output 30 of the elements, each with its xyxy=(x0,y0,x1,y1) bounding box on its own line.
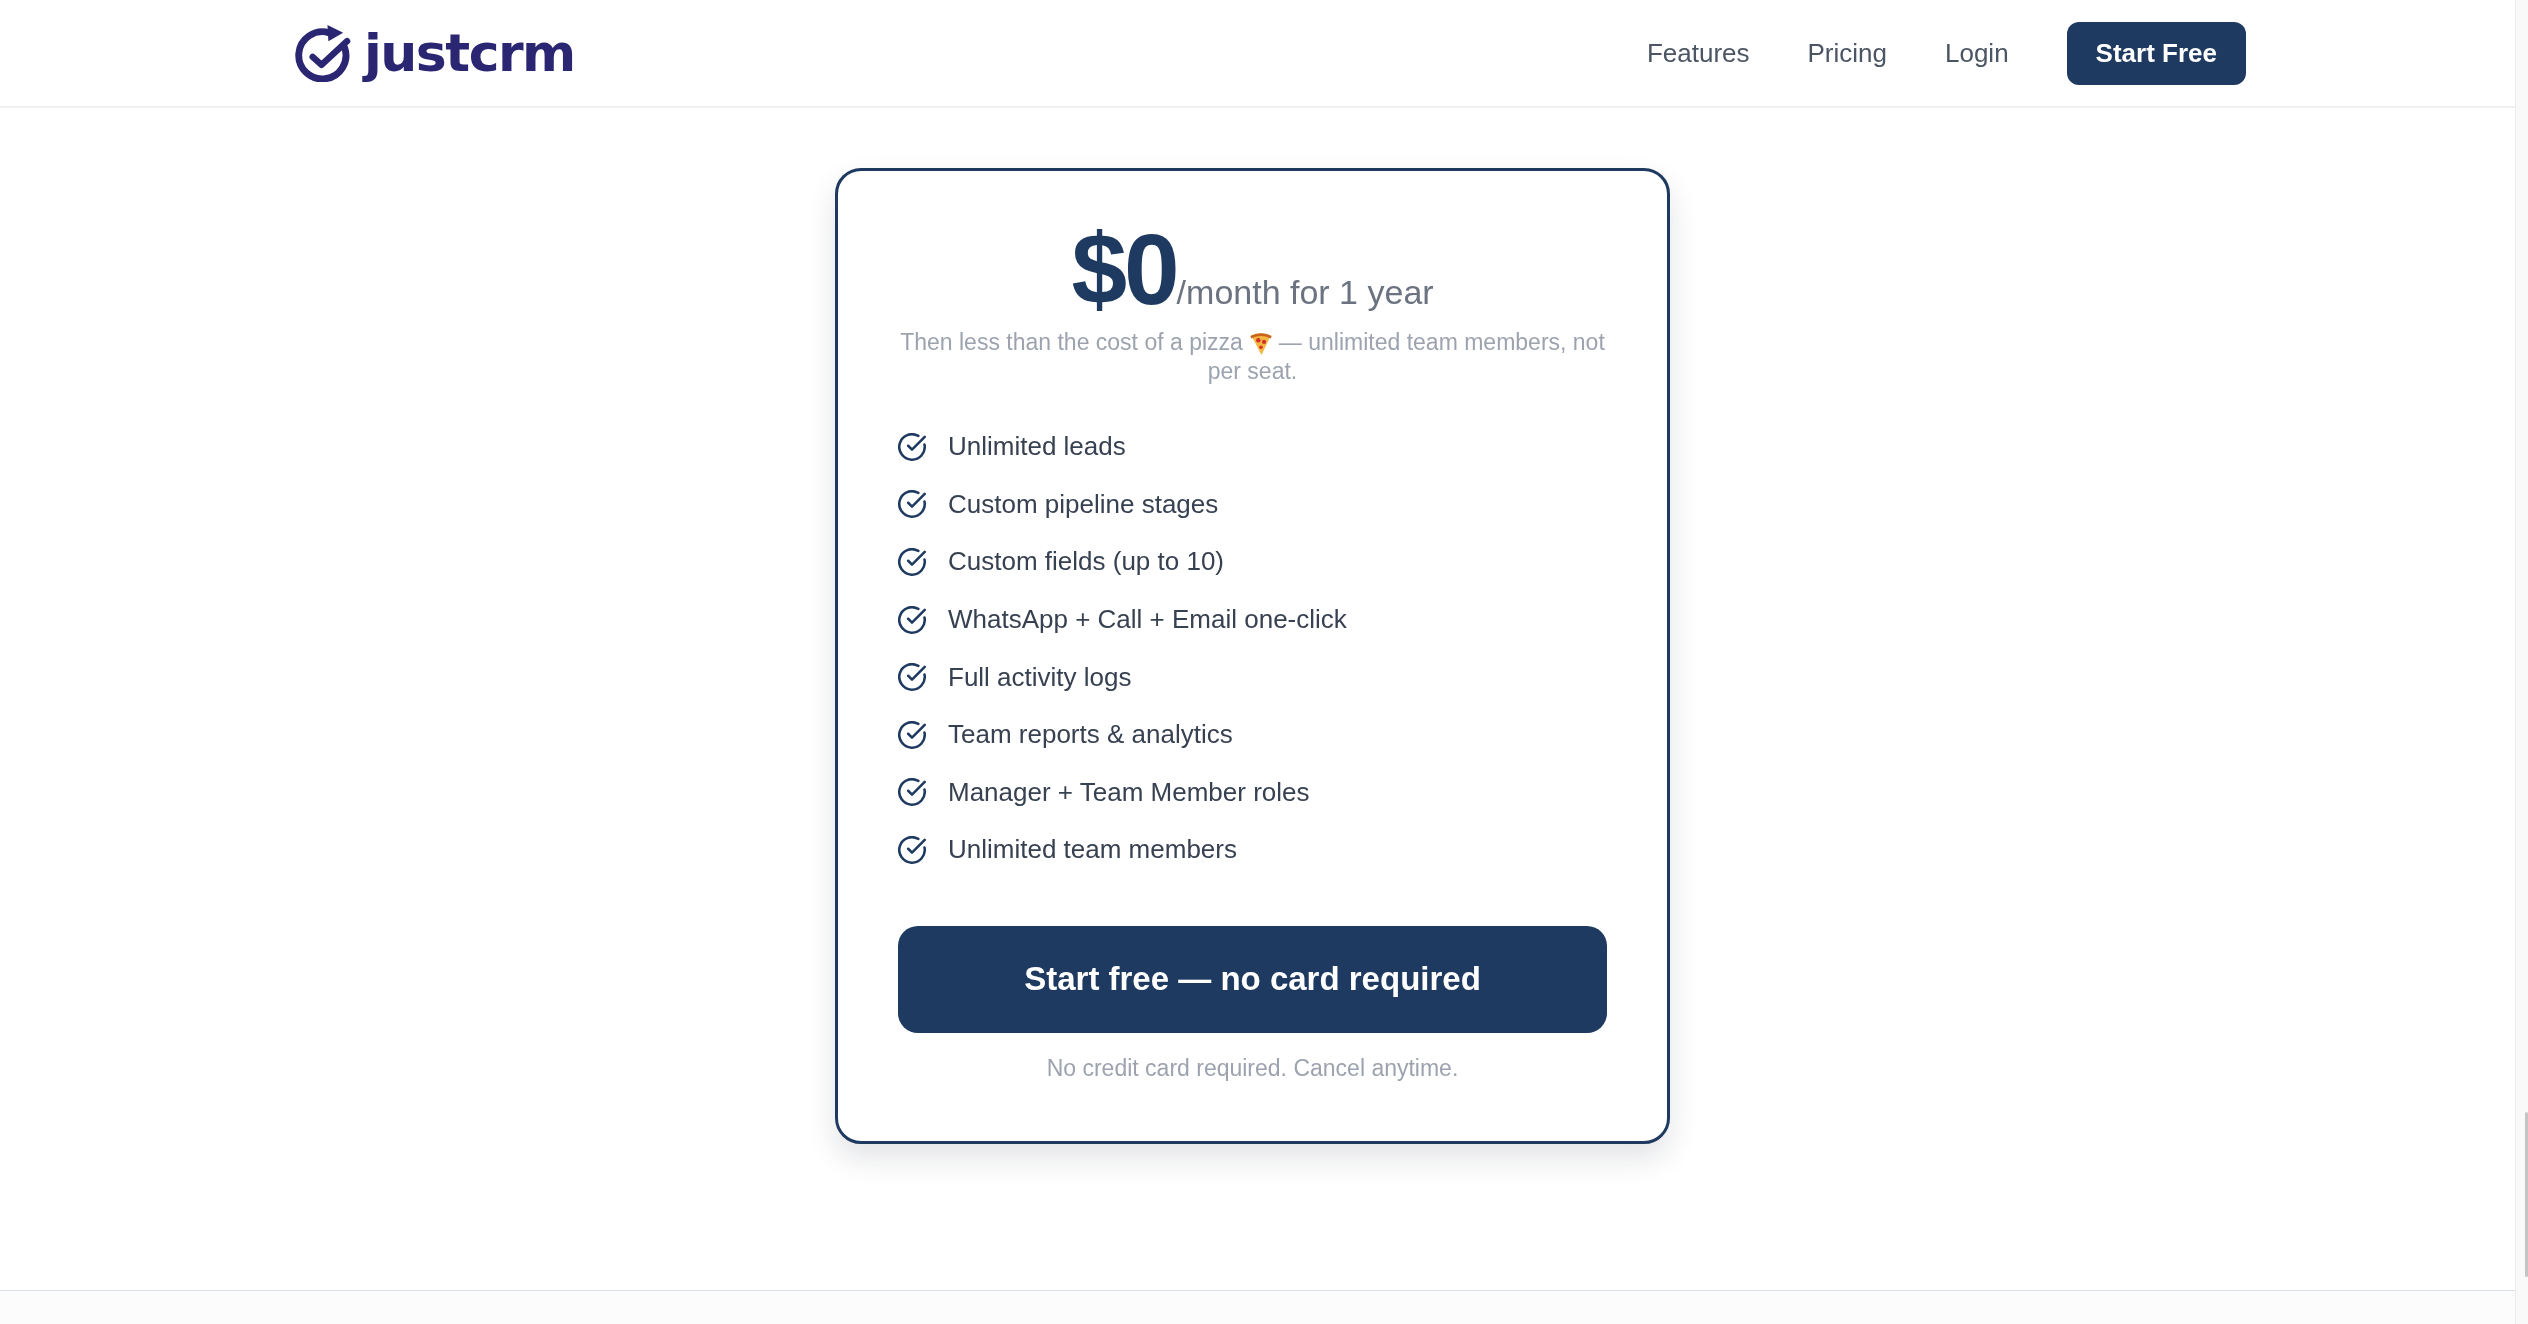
pizza-slice-icon xyxy=(1249,330,1272,355)
feature-text: Full activity logs xyxy=(948,661,1132,693)
price: $0 xyxy=(1071,220,1177,318)
feature-text: Custom fields (up to 10) xyxy=(948,546,1224,578)
nav-link[interactable]: Pricing xyxy=(1807,37,1887,69)
pricing-note: — unlimited team members, not xyxy=(1278,328,1605,357)
feature-text: Unlimited team members xyxy=(948,834,1237,866)
check-circle-icon xyxy=(898,490,926,519)
feature-text: WhatsApp + Call + Email one-click xyxy=(948,604,1347,636)
feature-text: Manager + Team Member roles xyxy=(948,776,1310,808)
start-free-cta-button[interactable]: Start free — no card required xyxy=(898,925,1607,1033)
logo-icon[interactable] xyxy=(293,24,352,82)
nav-link[interactable]: Features xyxy=(1646,37,1750,69)
check-circle-icon xyxy=(898,605,926,634)
price-period: /month for 1 year xyxy=(1176,273,1434,313)
check-circle-icon xyxy=(898,663,926,692)
feature-text: Custom pipeline stages xyxy=(948,488,1219,520)
pricing-note: per seat. xyxy=(1207,357,1298,386)
check-circle-icon xyxy=(898,720,926,749)
check-circle-icon xyxy=(898,778,926,807)
pricing-note: Then less than the cost of a pizza xyxy=(900,328,1243,357)
check-circle-icon xyxy=(898,432,926,461)
fine-print: No credit card required. Cancel anytime. xyxy=(1046,1053,1459,1083)
nav-link[interactable]: Login xyxy=(1945,37,2009,69)
start-free-button[interactable]: Start Free xyxy=(2066,21,2246,85)
check-circle-icon xyxy=(898,835,926,864)
scrollbar-thumb[interactable] xyxy=(2525,1112,2528,1277)
check-circle-icon xyxy=(898,548,926,576)
feature-text: Team reports & analytics xyxy=(948,719,1233,751)
feature-text: Unlimited leads xyxy=(948,431,1126,463)
